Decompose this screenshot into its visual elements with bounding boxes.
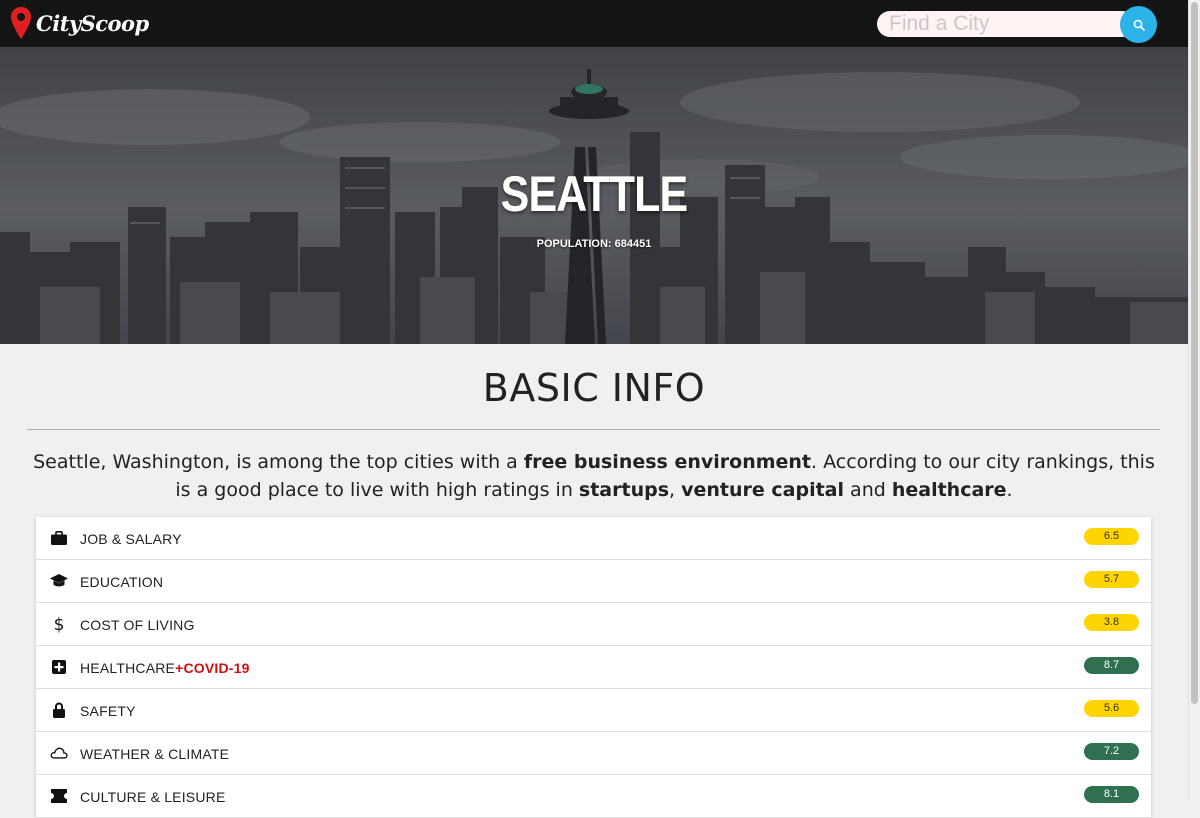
category-row-education[interactable]: EDUCATION 5.7 <box>36 560 1151 603</box>
search-button[interactable] <box>1120 6 1157 43</box>
top-navbar: CityScoop <box>0 0 1188 47</box>
summary-text: , <box>669 479 682 501</box>
summary-highlight: startups <box>578 479 670 501</box>
score-badge: 3.8 <box>1084 614 1139 631</box>
score-badge: 5.7 <box>1084 571 1139 588</box>
brand-logo[interactable]: CityScoop <box>10 6 149 40</box>
hero-banner: SEATTLE POPULATION: 684451 <box>0 47 1188 344</box>
score-badge: 7.2 <box>1084 743 1139 760</box>
population-value: 684451 <box>614 238 652 250</box>
cloud-icon <box>50 744 68 762</box>
svg-text:$: $ <box>54 615 65 633</box>
section-title: BASIC INFO <box>482 366 706 410</box>
summary-text: Seattle, Washington, is among the top ci… <box>33 451 524 473</box>
summary-text: and <box>844 479 892 501</box>
graduation-cap-icon <box>50 572 68 590</box>
map-pin-icon <box>11 7 31 39</box>
score-badge: 8.1 <box>1084 786 1139 803</box>
category-row-safety[interactable]: SAFETY 5.6 <box>36 689 1151 732</box>
summary-highlight: free business environment <box>523 451 812 473</box>
population-label: POPULATION: <box>536 238 612 250</box>
city-summary: Seattle, Washington, is among the top ci… <box>30 448 1158 504</box>
summary-text: . <box>1006 479 1013 501</box>
city-search-input[interactable] <box>877 11 1135 37</box>
category-label-healthcare: HEALTHCARE+COVID-19 <box>80 660 250 676</box>
category-row-healthcare[interactable]: HEALTHCARE+COVID-19 8.7 <box>36 646 1151 689</box>
category-label: COST OF LIVING <box>80 617 195 633</box>
scrollbar-thumb[interactable] <box>1191 2 1198 704</box>
category-scores-list: JOB & SALARY 6.5 EDUCATION 5.7 $ COST OF… <box>36 517 1151 818</box>
category-label: JOB & SALARY <box>80 531 182 547</box>
category-label: EDUCATION <box>80 574 164 590</box>
section-divider <box>27 429 1160 430</box>
score-badge: 6.5 <box>1084 528 1139 545</box>
briefcase-icon <box>50 529 68 547</box>
dollar-icon: $ <box>50 615 68 633</box>
category-label: HEALTHCARE <box>80 660 176 676</box>
category-label: SAFETY <box>80 703 136 719</box>
score-badge: 5.6 <box>1084 700 1139 717</box>
city-title: SEATTLE <box>500 166 689 222</box>
brand-name: CityScoop <box>36 10 149 36</box>
category-row-culture[interactable]: CULTURE & LEISURE 8.1 <box>36 775 1151 818</box>
summary-highlight: venture capital <box>681 479 845 501</box>
category-label: CULTURE & LEISURE <box>80 789 226 805</box>
score-badge: 8.7 <box>1084 657 1139 674</box>
summary-highlight: healthcare <box>891 479 1007 501</box>
category-row-cost-of-living[interactable]: $ COST OF LIVING 3.8 <box>36 603 1151 646</box>
covid-tag[interactable]: +COVID-19 <box>175 660 250 676</box>
lock-icon <box>50 701 68 719</box>
population-text: POPULATION: 684451 <box>0 238 1188 250</box>
category-row-job-salary[interactable]: JOB & SALARY 6.5 <box>36 517 1151 560</box>
category-label: WEATHER & CLIMATE <box>80 746 230 762</box>
ticket-icon <box>50 787 68 805</box>
search-icon <box>1133 19 1145 31</box>
category-row-weather[interactable]: WEATHER & CLIMATE 7.2 <box>36 732 1151 775</box>
medical-cross-icon <box>50 658 68 676</box>
page-scrollbar[interactable] <box>1188 0 1200 800</box>
